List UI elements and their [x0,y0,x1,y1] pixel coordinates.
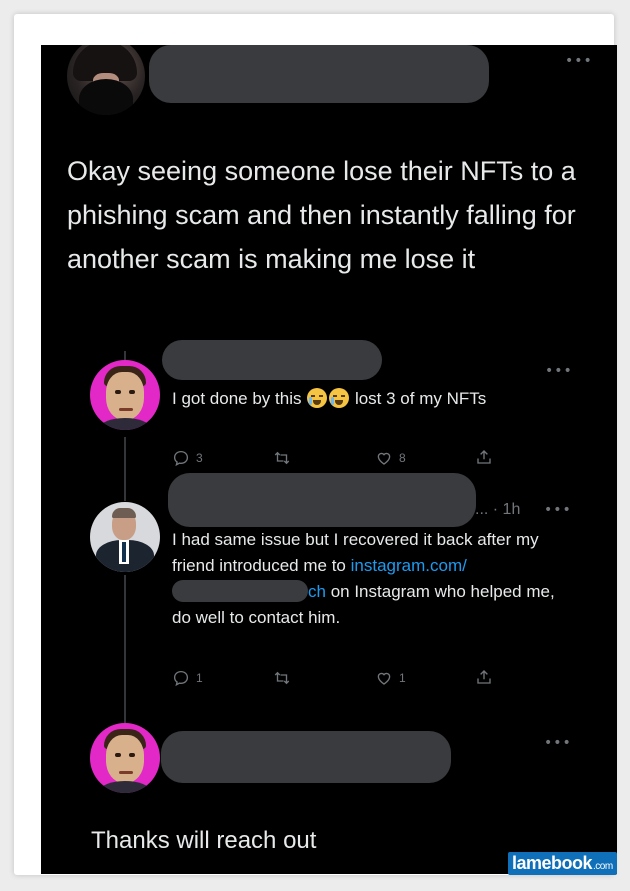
more-options-icon[interactable]: ••• [545,363,573,379]
share-button[interactable] [475,448,493,466]
more-options-icon[interactable]: ••• [544,735,572,751]
redacted-reply-name [162,340,382,380]
avatar-mouth [119,771,133,774]
avatar-tie [122,542,126,562]
avatar-shirt [100,418,150,430]
reply-text-end: lost 3 of my NFTs [354,389,487,408]
like-count: 1 [399,671,406,685]
avatar-eye [129,390,135,394]
reply-icon [173,450,189,467]
share-icon [477,450,491,464]
watermark-name: lamebook [512,853,593,873]
redacted-author-name [149,45,489,103]
reply-text: Thanks will reach out [91,827,317,854]
avatar-eye [115,753,121,757]
avatar-hair [112,508,136,518]
avatar-eye [115,390,121,394]
screenshot-frame: ••• Okay seeing someone lose their NFTs … [14,14,617,875]
retweet-icon [274,451,290,465]
retweet-icon [274,671,290,685]
tweet-text: Okay seeing someone lose their NFTs to a… [67,156,576,274]
share-button[interactable] [475,668,493,686]
avatar-shirt [100,781,150,793]
reply-timestamp: ... · 1h [475,501,521,518]
retweet-button[interactable] [273,669,291,687]
reply-text: I got done by this lost 3 of my NFTs [172,386,552,412]
reply-text: I had same issue but I recovered it back… [172,527,562,631]
reply-button[interactable]: 3 [172,449,203,467]
more-options-icon[interactable]: ••• [544,502,572,518]
redacted-reply-name [168,473,476,527]
heart-icon [377,452,391,465]
author-avatar[interactable] [67,45,145,115]
like-button[interactable]: 8 [375,449,406,467]
avatar-eye [129,753,135,757]
lamebook-watermark: lamebook.com [508,852,617,875]
twitter-thread-screenshot: ••• Okay seeing someone lose their NFTs … [41,45,617,874]
thread-line [124,575,126,727]
avatar-face [106,735,144,783]
avatar-mouth [119,408,133,411]
reply-count: 3 [196,451,203,465]
redacted-reply-name [161,731,451,783]
avatar-body [79,79,133,115]
redacted-username [172,580,308,602]
more-options-icon[interactable]: ••• [565,53,593,69]
share-icon [477,670,491,684]
like-button[interactable]: 1 [375,669,406,687]
link-start: instagram.com/ [350,556,467,575]
thread-line [124,437,126,501]
avatar-face [106,372,144,420]
crying-face-icon [329,388,350,408]
retweet-button[interactable] [273,449,291,467]
like-count: 8 [399,451,406,465]
reply-avatar[interactable] [90,502,160,572]
crying-face-icon [307,388,328,408]
heart-icon [377,672,391,685]
reply-avatar[interactable] [90,360,160,430]
reply-icon [173,670,189,687]
reply-count: 1 [196,671,203,685]
reply-text-start: I got done by this [172,389,302,408]
reply-avatar[interactable] [90,723,160,793]
watermark-suffix: .com [593,861,613,872]
link-end: ch [308,582,326,601]
reply-button[interactable]: 1 [172,669,203,687]
